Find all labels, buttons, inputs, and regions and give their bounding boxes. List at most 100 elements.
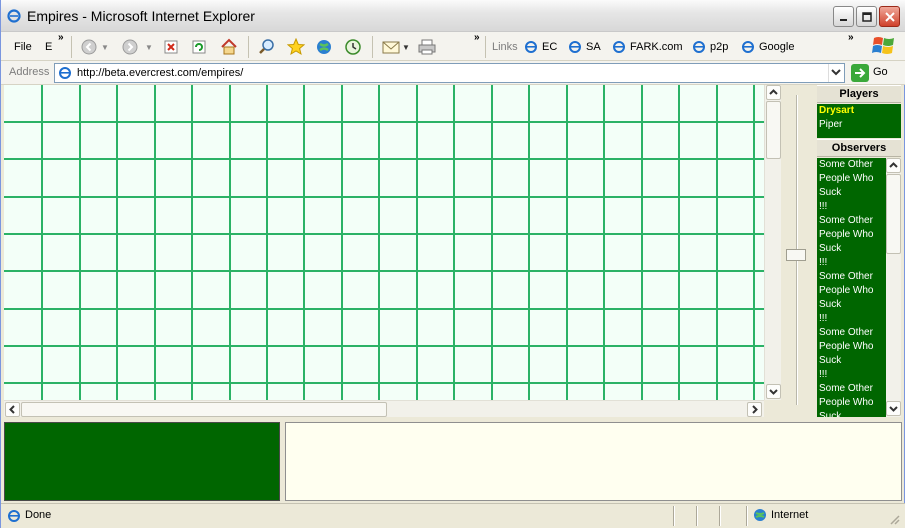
message-panel[interactable] [285, 422, 902, 501]
toolbar: File E » ▼ ▼ ▼ » Links EC SA FARK.com p2… [1, 32, 905, 61]
map-grid-lines [4, 85, 764, 400]
mail-dropdown-icon[interactable]: ▼ [402, 39, 410, 57]
scroll-thumb[interactable] [886, 174, 901, 254]
link-fark[interactable]: FARK.com [612, 38, 683, 56]
page-content: Players Drysart Piper Observers Some Oth… [4, 85, 902, 501]
scroll-left-button[interactable] [5, 402, 20, 417]
map-horizontal-scrollbar[interactable] [4, 400, 764, 417]
history-icon[interactable] [344, 38, 362, 56]
minimize-button[interactable] [833, 6, 854, 27]
maximize-button[interactable] [856, 6, 877, 27]
menu-overflow-chevron-icon[interactable]: » [58, 32, 64, 43]
link-label: FARK.com [630, 41, 683, 53]
ie-icon [613, 41, 625, 53]
link-ec[interactable]: EC [524, 38, 557, 56]
browser-window: Empires - Microsoft Internet Explorer Fi… [0, 0, 905, 528]
status-separator [673, 506, 675, 526]
refresh-icon[interactable] [192, 40, 206, 54]
chevron-right-icon [752, 405, 758, 414]
zoom-slider[interactable] [781, 85, 815, 417]
players-header: Players [817, 85, 901, 103]
address-field[interactable] [54, 63, 845, 83]
status-bar: Done Internet [1, 503, 905, 528]
scroll-thumb[interactable] [21, 402, 387, 417]
window-title: Empires - Microsoft Internet Explorer [27, 8, 255, 24]
observer-item[interactable]: !!! [817, 256, 885, 270]
slider-thumb[interactable] [786, 249, 806, 261]
scroll-up-button[interactable] [886, 158, 901, 173]
map-vertical-scrollbar[interactable] [764, 85, 781, 400]
observer-item[interactable]: Some Other People Who Suck [817, 158, 885, 200]
go-button[interactable]: Go [851, 64, 901, 82]
go-label: Go [873, 66, 888, 78]
scroll-down-button[interactable] [886, 401, 901, 416]
link-label: SA [586, 41, 601, 53]
address-dropdown-button[interactable] [828, 64, 844, 82]
observer-item[interactable]: Some Other People Who Suck [817, 326, 885, 368]
chevron-down-icon [889, 406, 898, 412]
address-label: Address [9, 66, 50, 78]
security-zone-text: Internet [771, 509, 809, 521]
back-dropdown-icon[interactable]: ▼ [101, 39, 109, 57]
ie-icon [525, 41, 537, 53]
link-label: p2p [710, 41, 729, 53]
close-button[interactable] [879, 6, 900, 27]
ie-icon [7, 9, 21, 23]
observers-list: Some Other People Who Suck !!! Some Othe… [817, 158, 901, 417]
home-icon[interactable] [220, 38, 238, 56]
game-map-grid[interactable] [4, 85, 764, 400]
mail-icon[interactable] [382, 39, 400, 55]
menu-file[interactable]: File [14, 38, 32, 56]
close-icon [885, 12, 895, 22]
status-separator [719, 506, 721, 526]
media-icon[interactable] [315, 38, 333, 56]
link-google[interactable]: Google [741, 38, 794, 56]
observer-item[interactable]: Some Other People Who Suck [817, 214, 885, 256]
ie-page-icon [59, 67, 71, 79]
search-icon[interactable] [258, 38, 276, 56]
link-label: Google [759, 41, 795, 53]
chevron-left-icon [9, 405, 15, 414]
side-panel: Players Drysart Piper Observers Some Oth… [815, 85, 902, 417]
player-item[interactable]: Piper [817, 118, 901, 132]
toolbar-overflow-chevron-icon[interactable]: » [474, 32, 480, 43]
scroll-down-button[interactable] [766, 384, 781, 399]
observer-item[interactable]: Some Other People Who Suck [817, 382, 885, 417]
print-icon[interactable] [418, 38, 436, 56]
forward-dropdown-icon[interactable]: ▼ [145, 39, 153, 57]
chevron-down-icon [831, 69, 841, 76]
observer-item[interactable]: !!! [817, 200, 885, 214]
toolbar-separator [485, 36, 486, 58]
scroll-up-button[interactable] [766, 85, 781, 100]
stop-icon[interactable] [164, 40, 178, 54]
status-separator [696, 506, 698, 526]
observers-header: Observers [817, 139, 901, 157]
address-input[interactable] [75, 65, 825, 81]
forward-icon[interactable] [122, 39, 138, 55]
observers-scrollbar[interactable] [886, 158, 901, 417]
page-done-icon [8, 510, 20, 522]
links-label: Links [492, 41, 518, 53]
link-p2p[interactable]: p2p [692, 38, 728, 56]
player-item[interactable]: Drysart [817, 104, 901, 118]
status-text: Done [25, 509, 52, 521]
menu-edit[interactable]: E [45, 38, 52, 56]
scroll-thumb[interactable] [766, 101, 781, 159]
observer-item[interactable]: !!! [817, 368, 885, 382]
status-separator [746, 506, 748, 526]
back-icon[interactable] [81, 39, 97, 55]
scroll-right-button[interactable] [747, 402, 762, 417]
observer-item[interactable]: Some Other People Who Suck [817, 270, 885, 312]
chevron-down-icon [769, 389, 778, 395]
observer-item[interactable]: !!! [817, 312, 885, 326]
toolbar-separator [248, 36, 249, 58]
link-sa[interactable]: SA [568, 38, 601, 56]
minimize-icon [840, 19, 847, 21]
players-list: Drysart Piper [817, 104, 901, 138]
toolbar-separator [71, 36, 72, 58]
resize-grip-icon[interactable] [888, 513, 900, 525]
links-overflow-chevron-icon[interactable]: » [848, 32, 854, 43]
chevron-up-icon [889, 162, 898, 168]
toolbar-separator [372, 36, 373, 58]
favorites-icon[interactable] [287, 38, 305, 56]
